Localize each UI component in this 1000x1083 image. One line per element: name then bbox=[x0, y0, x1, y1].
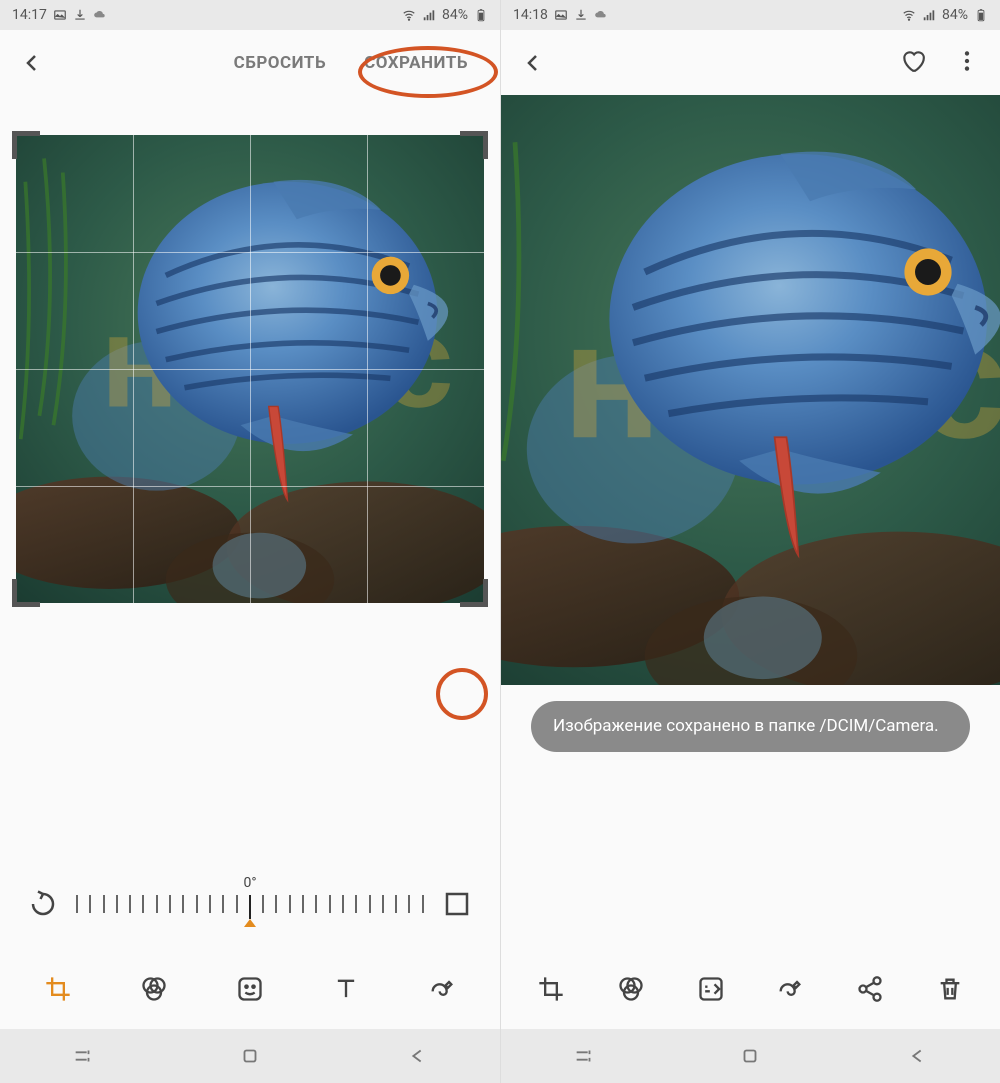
rotation-ruler-row: 0° bbox=[0, 859, 500, 949]
editor-toolbar bbox=[0, 949, 500, 1029]
crop-handle-tl[interactable] bbox=[12, 131, 40, 159]
rotation-slider[interactable]: 0° bbox=[76, 879, 424, 929]
favorite-button[interactable] bbox=[900, 48, 926, 78]
viewer-header bbox=[501, 30, 1000, 95]
viewer-toolbar bbox=[501, 949, 1000, 1029]
sticker-tool[interactable] bbox=[228, 967, 272, 1011]
status-time: 14:17 bbox=[12, 7, 47, 23]
share-button[interactable] bbox=[848, 967, 892, 1011]
save-button[interactable]: СОХРАНИТЬ bbox=[352, 47, 480, 79]
signal-icon bbox=[422, 8, 436, 22]
more-button[interactable] bbox=[954, 48, 980, 78]
smart-sticker-button[interactable] bbox=[689, 967, 733, 1011]
cloud-icon bbox=[594, 8, 608, 22]
image-viewport[interactable] bbox=[501, 95, 1000, 685]
nav-back[interactable] bbox=[387, 1036, 447, 1076]
rotation-degree-label: 0° bbox=[243, 875, 256, 891]
editor-pane: 14:17 84% СБРОСИТЬ СОХРАНИТЬ bbox=[0, 0, 500, 1083]
delete-button[interactable] bbox=[928, 967, 972, 1011]
draw-button[interactable] bbox=[768, 967, 812, 1011]
aspect-ratio-button[interactable] bbox=[442, 889, 472, 919]
nav-home[interactable] bbox=[220, 1036, 280, 1076]
crop-handle-tr[interactable] bbox=[460, 131, 488, 159]
crop-tool[interactable] bbox=[36, 967, 80, 1011]
gallery-icon bbox=[53, 8, 67, 22]
text-tool[interactable] bbox=[324, 967, 368, 1011]
toast-message: Изображение сохранено в папке /DCIM/Came… bbox=[531, 701, 970, 752]
draw-tool[interactable] bbox=[420, 967, 464, 1011]
battery-icon bbox=[974, 8, 988, 22]
viewer-pane: 14:18 84% bbox=[500, 0, 1000, 1083]
download-icon bbox=[73, 8, 87, 22]
system-nav-bar bbox=[501, 1029, 1000, 1083]
system-nav-bar bbox=[0, 1029, 500, 1083]
cloud-icon bbox=[93, 8, 107, 22]
status-battery: 84% bbox=[942, 7, 968, 23]
viewer-lower-area: Изображение сохранено в папке /DCIM/Came… bbox=[501, 685, 1000, 949]
wifi-icon bbox=[402, 8, 416, 22]
crop-handle-br[interactable] bbox=[460, 579, 488, 607]
gallery-icon bbox=[554, 8, 568, 22]
status-bar: 14:17 84% bbox=[0, 0, 500, 30]
image-content bbox=[501, 95, 1000, 685]
crop-handle-bl[interactable] bbox=[12, 579, 40, 607]
back-button[interactable] bbox=[521, 51, 545, 75]
filters-button[interactable] bbox=[609, 967, 653, 1011]
nav-recents[interactable] bbox=[554, 1036, 614, 1076]
rotate-90-button[interactable] bbox=[28, 889, 58, 919]
status-battery: 84% bbox=[442, 7, 468, 23]
battery-icon bbox=[474, 8, 488, 22]
filters-tool[interactable] bbox=[132, 967, 176, 1011]
editor-header: СБРОСИТЬ СОХРАНИТЬ bbox=[0, 30, 500, 95]
rotation-pointer bbox=[244, 919, 256, 927]
wifi-icon bbox=[902, 8, 916, 22]
crop-frame[interactable] bbox=[16, 135, 484, 603]
edit-crop-button[interactable] bbox=[529, 967, 573, 1011]
crop-canvas bbox=[0, 135, 500, 859]
reset-button[interactable]: СБРОСИТЬ bbox=[222, 47, 339, 79]
status-bar: 14:18 84% bbox=[501, 0, 1000, 30]
nav-recents[interactable] bbox=[53, 1036, 113, 1076]
image-preview bbox=[16, 135, 484, 603]
nav-back[interactable] bbox=[887, 1036, 947, 1076]
back-button[interactable] bbox=[20, 51, 44, 75]
download-icon bbox=[574, 8, 588, 22]
nav-home[interactable] bbox=[720, 1036, 780, 1076]
signal-icon bbox=[922, 8, 936, 22]
status-time: 14:18 bbox=[513, 7, 548, 23]
